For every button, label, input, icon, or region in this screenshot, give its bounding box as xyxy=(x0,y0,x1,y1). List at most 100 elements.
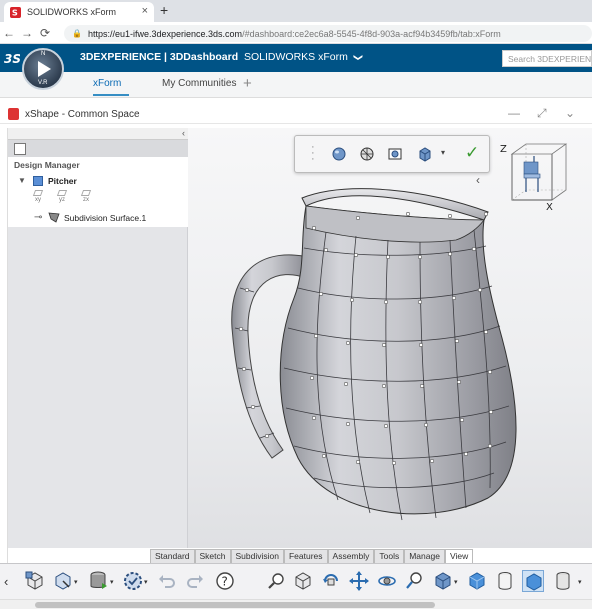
subdivision-icon xyxy=(48,212,60,223)
rotate-icon[interactable] xyxy=(320,570,342,592)
reload-button[interactable]: ⟳ xyxy=(36,26,54,40)
widget-menu-button[interactable]: ⌄ xyxy=(565,106,575,120)
plane-zx[interactable]: zx xyxy=(78,190,94,203)
orient-tool-icon[interactable] xyxy=(52,570,74,592)
panel-header: ‹ xyxy=(8,128,188,140)
shaded-cube-icon[interactable] xyxy=(466,570,488,592)
new-tab-button[interactable]: + xyxy=(160,2,168,18)
axis-z-label: Z xyxy=(500,144,507,155)
search-input[interactable]: Search 3DEXPERIENCE xyxy=(502,50,592,67)
dropdown-arrow-icon[interactable]: ▾ xyxy=(74,578,78,586)
box-icon[interactable] xyxy=(417,146,433,162)
command-tab-manage[interactable]: Manage xyxy=(404,549,445,563)
fly-icon[interactable] xyxy=(376,570,398,592)
forward-button[interactable]: → xyxy=(18,26,36,40)
help-icon[interactable]: ? xyxy=(214,570,236,592)
dropdown-arrow-icon[interactable]: ▾ xyxy=(110,578,114,586)
command-tab-tools[interactable]: Tools xyxy=(374,549,405,563)
horizontal-scrollbar[interactable] xyxy=(0,599,592,609)
pitcher-cube-icon xyxy=(33,176,43,186)
command-tabs: Standard Sketch Subdivision Features Assembl… xyxy=(150,549,474,563)
feature-tree: ▼ Pitcher xy yz zx ⊸ Subdivision Surface… xyxy=(8,173,188,227)
browser-tab[interactable]: S SOLIDWORKS xForm × xyxy=(4,2,154,22)
redo-icon[interactable] xyxy=(184,570,206,592)
box-view-icon[interactable] xyxy=(292,570,314,592)
zoom-area-icon[interactable] xyxy=(404,570,426,592)
browser-tab-strip: S SOLIDWORKS xForm × + xyxy=(0,0,592,22)
cylinder-outline-icon[interactable] xyxy=(552,570,574,592)
compass-icon[interactable]: N V.R xyxy=(22,48,64,90)
scrollbar-thumb[interactable] xyxy=(35,602,435,608)
plane-xy-label: xy xyxy=(35,197,41,203)
app-name: SOLIDWORKS xForm xyxy=(244,51,348,63)
ribbon-scroll-left[interactable]: ‹ xyxy=(4,574,8,589)
collapse-toolbar-button[interactable]: ‹ xyxy=(476,173,480,187)
active-display-icon[interactable] xyxy=(522,570,544,592)
cylinder-icon[interactable] xyxy=(494,570,516,592)
collapse-panel-button[interactable]: ‹ xyxy=(182,128,185,138)
svg-text:?: ? xyxy=(222,575,228,589)
view-toolbar: · · · ▾ ✓ xyxy=(294,135,490,173)
tree-connector-icon: ⊸ xyxy=(34,212,43,223)
drag-handle-icon[interactable]: · · · xyxy=(311,142,315,165)
command-tab-subdivision[interactable]: Subdivision xyxy=(230,549,284,563)
widget-header: xShape - Common Space — ⤢ ⌄ xyxy=(0,104,592,124)
section-icon[interactable] xyxy=(387,146,403,162)
tree-root-pitcher[interactable]: Pitcher xyxy=(48,176,77,186)
expand-arrow-icon[interactable]: ▼ xyxy=(18,176,26,185)
shading-mode-icon[interactable] xyxy=(432,570,454,592)
command-tab-sketch[interactable]: Sketch xyxy=(194,549,231,563)
plane-yz[interactable]: yz xyxy=(54,190,70,203)
command-tab-features[interactable]: Features xyxy=(283,549,328,563)
solidworks-favicon-icon: S xyxy=(10,6,21,18)
svg-text:S: S xyxy=(12,7,18,17)
minimize-button[interactable]: — xyxy=(508,106,520,120)
dropdown-arrow-icon[interactable]: ▾ xyxy=(144,578,148,586)
tree-tool-icon[interactable] xyxy=(24,570,46,592)
check-icon[interactable]: ✓ xyxy=(465,143,479,163)
plane-xy[interactable]: xy xyxy=(30,190,46,203)
chevron-down-icon: ❯ xyxy=(353,53,364,62)
platform-topbar: 3DEXPERIENCE | 3DDashboard SOLIDWORKS xF… xyxy=(0,44,592,72)
command-tab-view[interactable]: View xyxy=(444,549,474,563)
command-tab-standard[interactable]: Standard xyxy=(150,549,195,563)
nav-cube-icon[interactable]: Z X xyxy=(498,140,576,212)
url-host: https://eu1-ifwe.3dexperience.3ds.com xyxy=(87,28,243,39)
3ds-logo-icon[interactable]: 3S xyxy=(4,50,20,66)
add-tab-button[interactable]: + xyxy=(243,75,252,92)
pan-icon[interactable] xyxy=(348,570,370,592)
shaded-icon[interactable] xyxy=(331,146,347,162)
panel-toolbar xyxy=(8,140,188,158)
database-tool-icon[interactable] xyxy=(88,570,110,592)
dropdown-arrow-icon[interactable]: ▾ xyxy=(441,148,445,157)
tab-my-communities[interactable]: My Communities xyxy=(162,78,236,89)
widget-title: xShape - Common Space xyxy=(25,109,140,120)
zoom-icon[interactable] xyxy=(266,570,288,592)
action-bar: ‹ ▾ ▾ ▾ ? ▾ ▾ xyxy=(0,563,592,599)
platform-brand[interactable]: 3DEXPERIENCE | 3DDashboard SOLIDWORKS xF… xyxy=(80,51,364,63)
dropdown-arrow-icon[interactable]: ▾ xyxy=(578,578,582,586)
plane-zx-label: zx xyxy=(83,197,89,203)
shaded-edges-icon[interactable] xyxy=(359,146,375,162)
plane-yz-label: yz xyxy=(59,197,65,203)
tree-feature-subdivision[interactable]: Subdivision Surface.1 xyxy=(64,213,146,223)
compass-label-vr: V.R xyxy=(38,80,48,86)
compass-label-north: N xyxy=(41,51,46,57)
settings-tool-icon[interactable] xyxy=(122,570,144,592)
plane-icon xyxy=(56,190,68,196)
xshape-app-icon xyxy=(8,108,19,120)
tree-icon[interactable] xyxy=(14,143,26,155)
undo-icon[interactable] xyxy=(156,570,178,592)
url-bar[interactable]: 🔒 https://eu1-ifwe.3dexperience.3ds.com /… xyxy=(64,25,592,42)
dropdown-arrow-icon[interactable]: ▾ xyxy=(454,578,458,586)
command-tab-assembly[interactable]: Assembly xyxy=(327,549,375,563)
plane-icon xyxy=(32,190,44,196)
address-row: ← → ⟳ 🔒 https://eu1-ifwe.3dexperience.3d… xyxy=(0,22,592,44)
dashboard-tabs: xForm My Communities + xyxy=(0,72,592,98)
plane-icon xyxy=(80,190,92,196)
left-edge xyxy=(0,128,8,598)
maximize-button[interactable]: ⤢ xyxy=(537,106,547,121)
tab-xform[interactable]: xForm xyxy=(93,78,130,96)
close-tab-icon[interactable]: × xyxy=(142,5,148,17)
back-button[interactable]: ← xyxy=(0,26,18,40)
